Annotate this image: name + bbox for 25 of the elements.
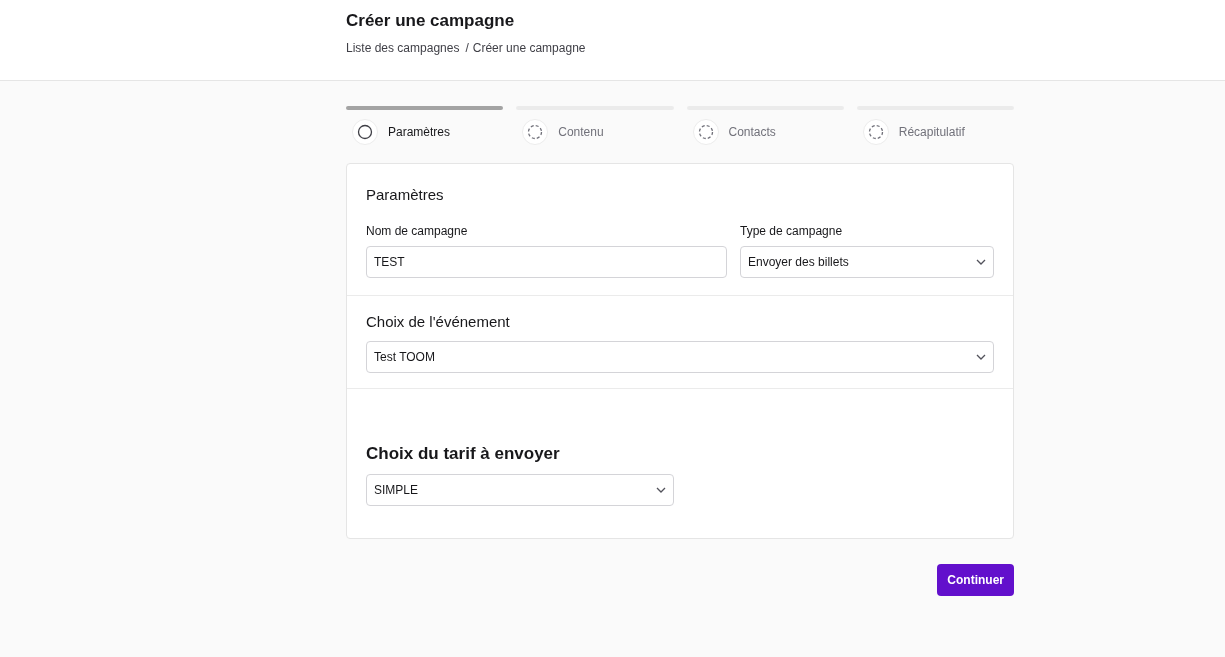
- select-field[interactable]: Envoyer des billets: [740, 245, 994, 278]
- section-title: Paramètres: [366, 185, 445, 205]
- continue-button[interactable]: Continuer: [937, 563, 1014, 596]
- chevron-down-icon: [976, 354, 986, 360]
- step-tab[interactable]: Paramètres: [352, 119, 451, 145]
- breadcrumb-current: Créer une campagne: [472, 40, 586, 57]
- section-title: Choix du tarif à envoyer: [366, 443, 561, 465]
- input-field[interactable]: TEST: [366, 245, 727, 278]
- step-circle-icon: [522, 119, 549, 145]
- field-label: Type de campagne: [740, 222, 844, 240]
- select-field[interactable]: Test TOOM: [366, 341, 994, 373]
- section-title: Choix de l'événement: [366, 311, 511, 332]
- step-circle-icon: [862, 119, 889, 145]
- field-label: Nom de campagne: [366, 222, 469, 240]
- step-circle-icon: [352, 119, 378, 145]
- chevron-down-icon: [656, 486, 666, 493]
- page-title: Créer une campagne: [346, 10, 516, 32]
- select-field[interactable]: SIMPLE: [366, 473, 674, 506]
- chevron-down-icon: [976, 258, 986, 265]
- step-tab[interactable]: Récapitulatif: [862, 119, 965, 145]
- step-tab[interactable]: Contenu: [522, 119, 604, 145]
- breadcrumb-separator: /: [465, 40, 469, 57]
- step-tab[interactable]: Contacts: [692, 119, 776, 145]
- breadcrumb-link[interactable]: Liste des campagnes: [346, 39, 460, 57]
- step-circle-icon: [692, 119, 719, 145]
